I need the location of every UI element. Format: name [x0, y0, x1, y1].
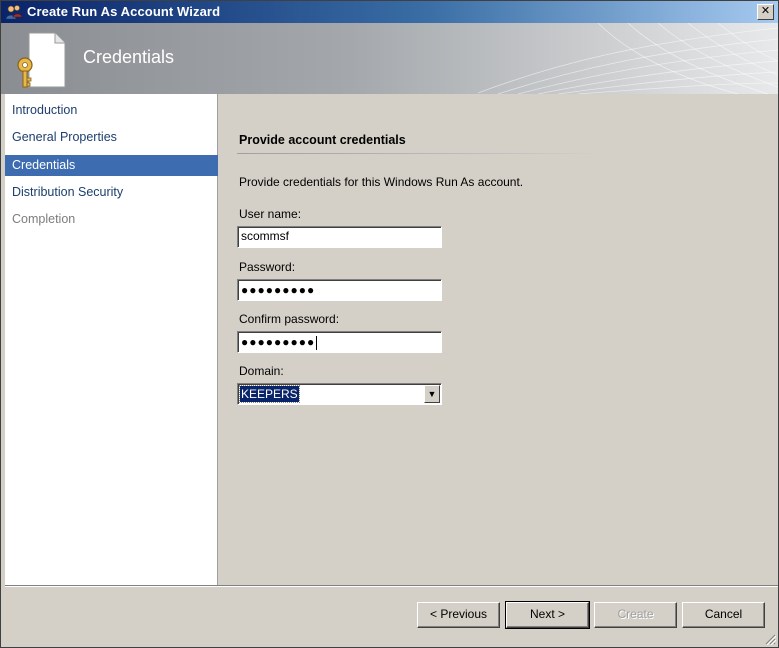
password-input[interactable]: ●●●●●●●●● [237, 279, 442, 301]
credentials-panel: Provide account credentials Provide cred… [219, 94, 778, 585]
page-title: Credentials [83, 47, 175, 67]
section-divider [237, 153, 603, 154]
previous-button[interactable]: < Previous [417, 602, 500, 628]
create-button: Create [594, 602, 677, 628]
cancel-button[interactable]: Cancel [682, 602, 765, 628]
close-icon: ✕ [760, 5, 771, 17]
wizard-banner: Credentials [1, 23, 778, 94]
section-title: Provide account credentials [239, 133, 406, 147]
wizard-step-list: Introduction General Properties Credenti… [5, 94, 218, 585]
nav-item-introduction[interactable]: Introduction [5, 100, 218, 121]
nav-item-distribution-security[interactable]: Distribution Security [5, 182, 218, 203]
chevron-down-icon: ▼ [427, 389, 437, 399]
footer-divider [5, 585, 778, 587]
password-label: Password: [239, 260, 296, 274]
nav-item-credentials[interactable]: Credentials [5, 155, 218, 176]
password-mask: ●●●●●●●●● [241, 283, 316, 297]
domain-select[interactable]: KEEPERS ▼ [237, 383, 442, 405]
confirm-password-label: Confirm password: [239, 312, 340, 326]
resize-grip-icon[interactable] [764, 633, 776, 645]
close-button[interactable]: ✕ [757, 4, 774, 20]
domain-selected-value: KEEPERS [239, 385, 300, 403]
users-icon [5, 5, 23, 20]
domain-label: Domain: [239, 364, 284, 378]
description-text: Provide credentials for this Windows Run… [239, 175, 524, 189]
nav-item-completion: Completion [12, 212, 76, 226]
confirm-password-input[interactable]: ●●●●●●●●● [237, 331, 442, 353]
username-input[interactable]: scommsf [237, 226, 442, 248]
decorative-wave-graphic [478, 23, 778, 94]
wizard-window: Create Run As Account Wizard ✕ Credentia… [0, 0, 779, 648]
window-title: Create Run As Account Wizard [27, 4, 221, 19]
username-label: User name: [239, 207, 302, 221]
key-document-icon [17, 32, 66, 88]
confirm-password-mask: ●●●●●●●●● [241, 335, 316, 349]
dropdown-arrow-button[interactable]: ▼ [424, 385, 440, 403]
nav-item-general-properties[interactable]: General Properties [5, 127, 218, 148]
text-caret [316, 335, 318, 350]
title-bar: Create Run As Account Wizard ✕ [1, 1, 778, 23]
next-button[interactable]: Next > [505, 601, 590, 629]
